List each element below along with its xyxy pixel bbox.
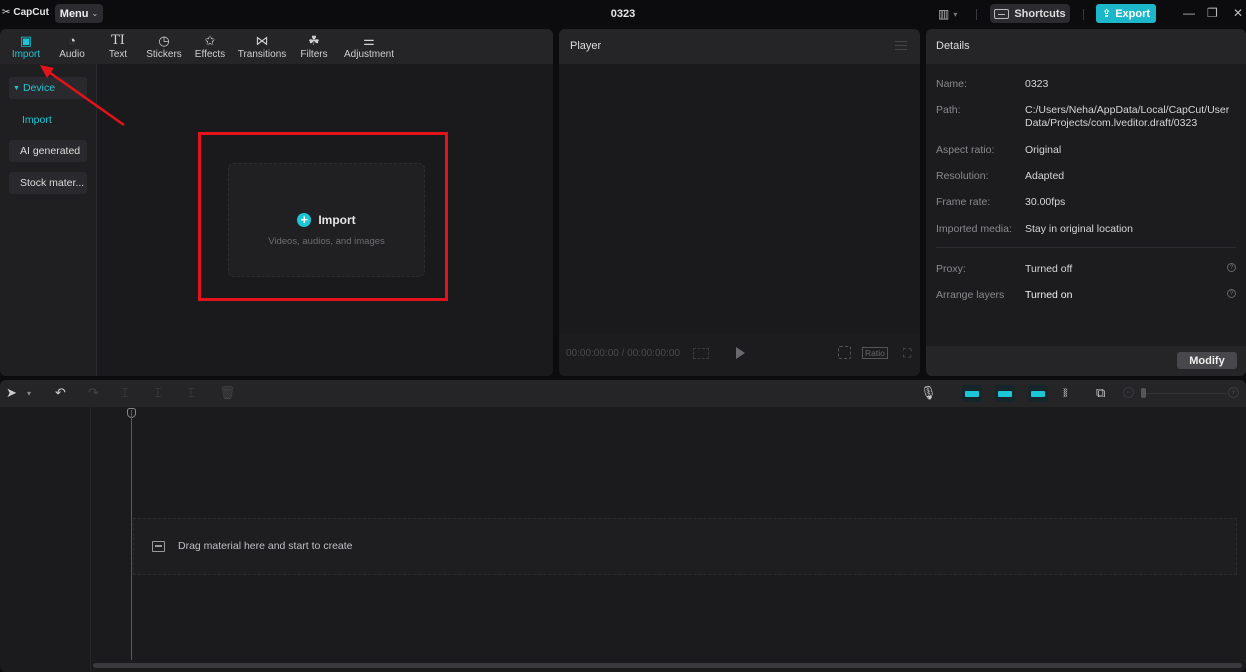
chevron-down-icon: ▾: [953, 9, 958, 19]
zoom-slider-handle[interactable]: [1141, 388, 1146, 398]
tab-text[interactable]: TI Text: [95, 29, 141, 64]
help-icon[interactable]: ?: [1227, 263, 1236, 272]
details-title: Details: [936, 40, 970, 52]
player-controls: 00:00:00:00 / 00:00:00:00 Ratio ⛶: [559, 334, 920, 376]
sidebar-item-device[interactable]: ▼ Device: [9, 77, 87, 99]
tab-import[interactable]: ▣ Import: [3, 29, 49, 64]
delete-right-icon[interactable]: ⌶: [187, 385, 195, 401]
ratio-button[interactable]: Ratio: [862, 347, 888, 359]
text-icon: TI: [111, 33, 125, 48]
film-icon: [152, 541, 165, 552]
divider: [1083, 9, 1084, 20]
sidebar-item-import[interactable]: Import: [9, 109, 87, 131]
export-button[interactable]: ⇪ Export: [1096, 4, 1156, 23]
zoom-to-fit-icon[interactable]: ⧉: [1096, 385, 1105, 401]
horizontal-scrollbar[interactable]: [93, 663, 1242, 668]
restore-icon[interactable]: ❐: [1207, 6, 1218, 20]
main-track-drop-zone[interactable]: Drag material here and start to create: [133, 518, 1237, 575]
zoom-in-icon[interactable]: +: [1228, 387, 1239, 398]
effects-icon: ✩: [204, 33, 216, 48]
menu-icon[interactable]: [895, 41, 907, 50]
help-icon[interactable]: ?: [1227, 289, 1236, 298]
microphone-icon[interactable]: 🎙: [920, 385, 937, 401]
tab-stickers[interactable]: ◷ Stickers: [141, 29, 187, 64]
player-viewport: [559, 64, 920, 334]
split-icon[interactable]: ⌶: [121, 385, 129, 401]
preview-axis-icon[interactable]: ⧚: [1063, 385, 1068, 401]
transitions-icon: ⋈: [255, 33, 269, 48]
divider: [936, 247, 1236, 248]
upload-icon: ⇪: [1101, 8, 1112, 20]
tab-effects[interactable]: ✩ Effects: [187, 29, 233, 64]
detail-row-arrange-layers: Arrange layers Turned on?: [936, 289, 1236, 302]
media-sidebar: ▼ Device Import AI generated Stock mater.…: [0, 64, 97, 376]
timeline-toolbar: ➤ ▾ ↶ ↷ ⌶ ⌶ ⌶ 🗑 🎙 ⧚ ⧉ − +: [0, 380, 1246, 407]
detail-row-path: Path: C:/Users/Neha/AppData/Local/CapCut/…: [936, 104, 1230, 129]
play-icon[interactable]: [736, 347, 745, 359]
tab-transitions[interactable]: ⋈ Transitions: [233, 29, 291, 64]
detail-row-proxy: Proxy: Turned off?: [936, 263, 1236, 276]
timecode: 00:00:00:00 / 00:00:00:00: [566, 348, 680, 359]
redo-icon[interactable]: ↷: [88, 385, 99, 401]
adjustment-icon: ⚌: [363, 33, 375, 48]
select-cursor-icon[interactable]: ➤: [6, 385, 17, 401]
tab-adjustment[interactable]: ⚌ Adjustment: [337, 29, 401, 64]
track-header-gutter: [0, 407, 91, 672]
auto-snap-icon[interactable]: [995, 385, 1015, 402]
delete-icon[interactable]: 🗑: [219, 385, 236, 401]
undo-icon[interactable]: ↶: [55, 385, 66, 401]
playhead[interactable]: [131, 410, 132, 660]
detail-row-imported-media: Imported media: Stay in original location: [936, 223, 1133, 235]
detail-row-resolution: Resolution: Adapted: [936, 170, 1065, 182]
delete-left-icon[interactable]: ⌶: [154, 385, 162, 401]
capcut-logo-icon: ✂: [2, 7, 11, 18]
app-logo: ✂ CapCut: [2, 7, 49, 18]
tab-filters[interactable]: ☘ Filters: [291, 29, 337, 64]
grid-icon[interactable]: [693, 348, 709, 359]
annotation-highlight-box: [198, 132, 448, 301]
zoom-slider[interactable]: [1141, 393, 1227, 394]
shortcuts-button[interactable]: Shortcuts: [990, 4, 1070, 23]
modify-button[interactable]: Modify: [1177, 352, 1237, 369]
title-bar: ✂ CapCut Menu ⌄ 0323 ▥ ▾ Shortcuts ⇪ Export …: [0, 0, 1246, 28]
detail-row-name: Name: 0323: [936, 78, 1049, 90]
divider: [976, 9, 977, 20]
minimize-icon[interactable]: —: [1183, 6, 1195, 20]
timeline-panel: ➤ ▾ ↶ ↷ ⌶ ⌶ ⌶ 🗑 🎙 ⧚ ⧉ − + Drag material …: [0, 380, 1246, 672]
sticker-icon: ◷: [158, 33, 170, 48]
main-track-magnet-icon[interactable]: [962, 385, 982, 402]
menu-button[interactable]: Menu ⌄: [55, 4, 103, 23]
audio-icon: ◔: [68, 33, 76, 48]
keyboard-icon: [994, 8, 1010, 19]
linkage-icon[interactable]: [1028, 385, 1048, 402]
details-panel: Details Name: 0323 Path: C:/Users/Neha/App…: [926, 29, 1246, 376]
sidebar-item-stock-material[interactable]: Stock mater...: [9, 172, 87, 194]
empty-track-hint: Drag material here and start to create: [178, 540, 353, 552]
media-tabs: ▣ Import ◔ Audio TI Text ◷ Stickers ✩ Effects…: [0, 29, 553, 64]
player-panel: Player 00:00:00:00 / 00:00:00:00 Ratio ⛶: [559, 29, 920, 376]
sidebar-item-ai-generated[interactable]: AI generated: [9, 140, 87, 162]
player-title: Player: [570, 40, 602, 52]
tab-audio[interactable]: ◔ Audio: [49, 29, 95, 64]
close-icon[interactable]: ✕: [1233, 6, 1243, 20]
fullscreen-icon[interactable]: ⛶: [903, 346, 911, 361]
layout-button[interactable]: ▥ ▾: [938, 7, 957, 21]
zoom-fit-icon[interactable]: [838, 346, 851, 359]
filters-icon: ☘: [308, 33, 320, 48]
import-icon: ▣: [19, 33, 33, 48]
chevron-down-icon[interactable]: ▾: [27, 389, 31, 398]
detail-row-aspect-ratio: Aspect ratio: Original: [936, 144, 1062, 156]
detail-row-frame-rate: Frame rate: 30.00fps: [936, 196, 1066, 208]
chevron-down-icon: ⌄: [91, 9, 99, 18]
caret-down-icon: ▼: [13, 84, 20, 92]
layout-icon: ▥: [938, 7, 950, 21]
zoom-out-icon[interactable]: −: [1123, 387, 1134, 398]
